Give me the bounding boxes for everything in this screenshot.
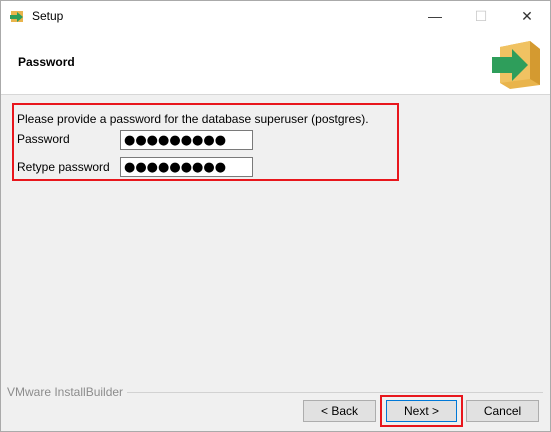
- app-icon: [10, 11, 23, 22]
- installer-brand: VMware InstallBuilder: [7, 385, 128, 399]
- close-button[interactable]: ✕: [504, 1, 550, 31]
- password-label: Password: [17, 132, 70, 146]
- installer-box-arrow-icon: [492, 41, 540, 89]
- next-button[interactable]: Next >: [386, 400, 457, 422]
- back-button[interactable]: < Back: [303, 400, 376, 422]
- retype-password-field[interactable]: ●●●●●●●●●: [120, 157, 253, 177]
- cancel-button[interactable]: Cancel: [466, 400, 539, 422]
- retype-password-label: Retype password: [17, 160, 110, 174]
- title-bar: Setup — ☐ ✕: [1, 1, 550, 31]
- setup-window: Setup — ☐ ✕ Password Please provide a pa…: [0, 0, 551, 432]
- page-title: Password: [18, 55, 75, 69]
- window-title: Setup: [32, 9, 64, 23]
- password-field[interactable]: ●●●●●●●●●: [120, 130, 253, 150]
- maximize-button[interactable]: ☐: [458, 1, 504, 31]
- minimize-button[interactable]: —: [412, 1, 458, 31]
- page-header: Password: [1, 31, 550, 95]
- password-description: Please provide a password for the databa…: [17, 112, 369, 126]
